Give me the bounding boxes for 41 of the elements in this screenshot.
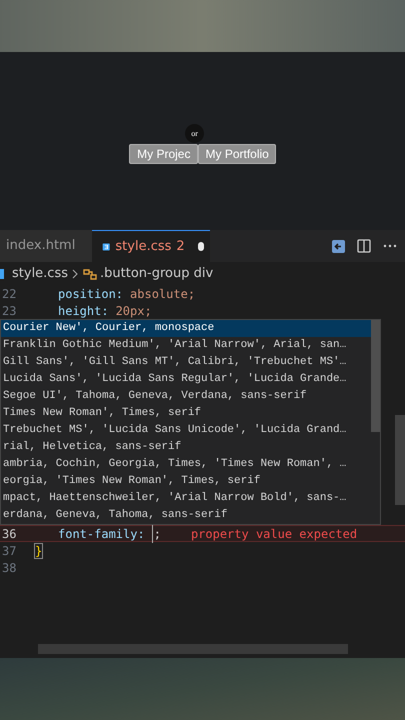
suggestion-item[interactable]: Courier New', Courier, monospace: [1, 320, 371, 337]
suggestion-item[interactable]: rial, Helvetica, sans-serif: [1, 439, 371, 456]
tab-label: index.html: [6, 237, 76, 256]
suggestion-item[interactable]: mpact, Haettenschweiler, 'Arial Narrow Bold', sans-…: [1, 490, 371, 507]
line-number: 36: [1, 526, 18, 542]
scrollbar[interactable]: [395, 415, 405, 505]
more-icon[interactable]: [383, 244, 397, 248]
tab-label: style.css: [115, 238, 172, 256]
suggestion-item[interactable]: Trebuchet MS', 'Lucida Sans Unicode', 'Lucida Grand…: [1, 422, 371, 439]
back-arrow-icon[interactable]: [332, 240, 345, 252]
or-badge: or: [185, 124, 204, 143]
css-value: absolute;: [130, 286, 196, 302]
line-number: 38: [1, 560, 18, 576]
line-number: 23: [1, 302, 18, 320]
scrollbar[interactable]: [38, 644, 348, 654]
selector-symbol-icon: [82, 266, 98, 280]
breadcrumb-item[interactable]: .button-group div: [100, 264, 214, 284]
suggestion-item[interactable]: eorgia, 'Times New Roman', Times, serif: [1, 473, 371, 490]
css-property: position:: [58, 286, 124, 302]
css-value: 20px;: [116, 302, 152, 320]
suggestion-item[interactable]: erdana, Geneva, Tahoma, sans-serif: [1, 507, 371, 524]
css-property: height:: [58, 302, 109, 320]
scrollbar[interactable]: [371, 320, 380, 432]
css-value: ;: [152, 524, 161, 542]
line-number: 37: [1, 542, 18, 560]
suggestion-item[interactable]: Lucida Sans', 'Lucida Sans Regular', 'Lucida Grande…: [1, 371, 371, 388]
problem-count: 2: [176, 238, 185, 256]
editor-tab[interactable]: style.css 2: [92, 230, 210, 262]
css-property: font-family:: [58, 526, 145, 542]
suggestion-item[interactable]: Gill Sans', 'Gill Sans MT', Calibri, 'Trebuchet MS'…: [1, 354, 371, 371]
suggestion-item[interactable]: Segoe UI', Tahoma, Geneva, Verdana, sans-serif: [1, 388, 371, 405]
split-editor-icon[interactable]: [357, 239, 371, 253]
suggestion-item[interactable]: ambria, Cochin, Georgia, Times, 'Times New Roman', …: [1, 456, 371, 473]
suggestion-item[interactable]: Times New Roman', Times, serif: [1, 405, 371, 422]
closing-bracket: }: [34, 542, 44, 558]
error-message: property value expected: [190, 526, 358, 542]
breadcrumb-item[interactable]: style.css: [12, 264, 68, 284]
editor-tab[interactable]: index.html: [0, 230, 92, 262]
suggestion-item[interactable]: Franklin Gothic Medium', 'Arial Narrow', Arial, san…: [1, 337, 371, 354]
line-number: 22: [1, 286, 18, 302]
chevron-right-icon: [71, 268, 79, 278]
